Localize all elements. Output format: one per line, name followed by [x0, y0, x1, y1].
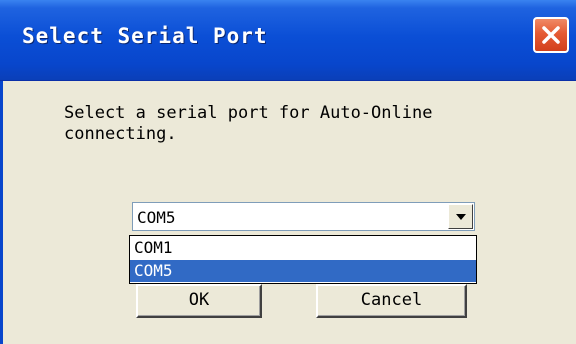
title-bar[interactable]: Select Serial Port [0, 0, 576, 80]
port-dropdown-list: COM1 COM5 [129, 235, 477, 284]
serial-port-select[interactable]: COM5 [132, 202, 475, 231]
cancel-button[interactable]: Cancel [316, 284, 467, 318]
chevron-down-icon[interactable] [448, 204, 473, 229]
selected-port: COM5 [137, 208, 176, 227]
dialog-window: Select Serial Port Select a serial port … [0, 0, 576, 344]
close-button[interactable] [533, 17, 569, 53]
close-icon [542, 26, 560, 44]
prompt-text: Select a serial port for Auto-Online con… [64, 103, 433, 144]
ok-button[interactable]: OK [136, 284, 262, 318]
port-option-com5[interactable]: COM5 [130, 260, 476, 282]
dialog-body: Select a serial port for Auto-Online con… [0, 81, 576, 344]
port-option-com1[interactable]: COM1 [130, 237, 476, 259]
window-title: Select Serial Port [22, 24, 268, 48]
